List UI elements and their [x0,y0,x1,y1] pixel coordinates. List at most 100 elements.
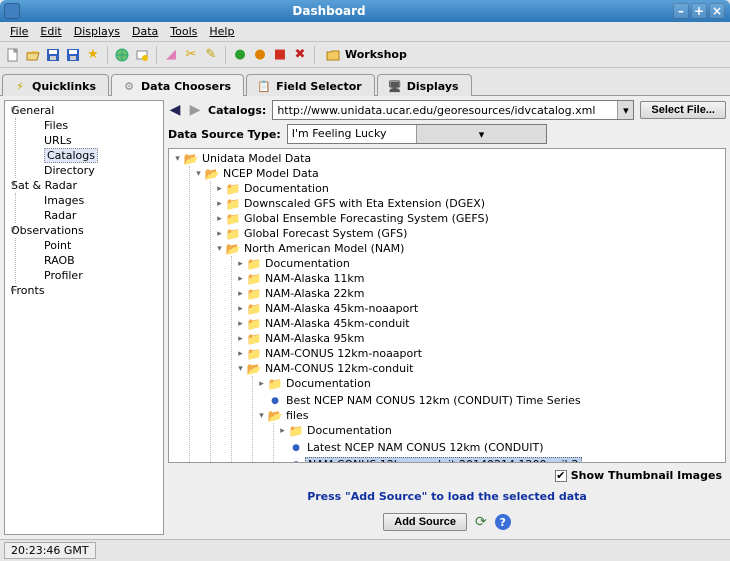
hint-text: Press "Add Source" to load the selected … [168,486,726,509]
workshop-label[interactable]: Workshop [345,48,407,61]
tree-item-best-time-series[interactable]: ●Best NCEP NAM CONUS 12km (CONDUIT) Time… [257,394,583,408]
sidebar-cat-fronts[interactable]: ▸Fronts [5,283,163,298]
maximize-button[interactable]: + [691,3,707,19]
toolbar-separator [107,46,108,64]
menu-displays[interactable]: Displays [68,23,126,40]
catalog-url-combo[interactable]: ▾ [272,100,634,120]
tree-item[interactable]: ▸📁Documentation [257,377,373,391]
sidebar-cat-sat-radar[interactable]: ▾Sat & Radar [5,178,163,193]
chevron-down-icon[interactable]: ▾ [617,101,633,119]
tab-label: Displays [407,80,459,93]
tree-item[interactable]: ▸📁NAM-Alaska 22km [236,287,367,301]
tree-item[interactable]: ▸📁NAM-Alaska 45km-conduit [236,317,412,331]
show-thumbnails-checkbox[interactable]: ✔ Show Thumbnail Images [555,469,722,482]
delete-icon[interactable]: ✖ [291,46,309,64]
back-arrow-icon[interactable]: ◀ [168,103,182,117]
add-source-button[interactable]: Add Source [383,513,467,531]
lightning-icon: ⚡ [13,79,27,93]
tree-item[interactable]: ▸📁Documentation [236,257,352,271]
tree-item[interactable]: ▸📁Documentation [215,182,331,196]
sidebar-item-profiler[interactable]: Profiler [20,268,163,283]
close-button[interactable]: × [709,3,725,19]
bullet-icon: ● [268,395,282,407]
tree-item[interactable]: ▸📁NAM-Alaska 95km [236,332,367,346]
menu-data[interactable]: Data [126,23,164,40]
open-icon[interactable] [24,46,42,64]
folder-icon: 📁 [226,213,240,225]
globe-icon[interactable] [113,46,131,64]
help-icon[interactable]: ? [495,514,511,530]
erase-icon[interactable]: ◢ [162,46,180,64]
refresh-icon[interactable]: ⟳ [475,514,487,530]
sidebar-item-urls[interactable]: URLs [20,133,163,148]
action-row: Add Source ⟳ ? [168,513,726,535]
sidebar-cat-observations[interactable]: ▾Observations [5,223,163,238]
tree-item[interactable]: ▸📁Documentation [278,424,394,438]
dot-orange-icon[interactable]: ● [251,46,269,64]
chooser-sidebar: ▾General Files URLs Catalogs Directory ▾… [4,100,164,535]
tab-label: Field Selector [276,80,362,93]
sidebar-item-point[interactable]: Point [20,238,163,253]
window-title: Dashboard [26,4,632,18]
catalog-url-input[interactable] [273,101,617,119]
tree-item-files[interactable]: ▾📂files [257,409,310,423]
save-icon[interactable] [44,46,62,64]
folder-open-icon: 📂 [184,153,198,165]
sidebar-cat-general[interactable]: ▾General [5,103,163,118]
toolbar-separator [225,46,226,64]
favorite-icon[interactable]: ★ [84,46,102,64]
thumbnail-row: ✔ Show Thumbnail Images [168,467,726,482]
dot-green-icon[interactable]: ● [231,46,249,64]
sidebar-item-directory[interactable]: Directory [20,163,163,178]
tree-item[interactable]: ▸📁NAM-Alaska 45km-noaaport [236,302,420,316]
app-icon [4,3,20,19]
tab-displays[interactable]: 🖥 Displays [377,74,472,96]
config-icon[interactable] [133,46,151,64]
menu-tools[interactable]: Tools [164,23,203,40]
toolbar-separator [156,46,157,64]
save-icon[interactable] [64,46,82,64]
menu-edit[interactable]: Edit [34,23,67,40]
tree-item-nam-conus-conduit[interactable]: ▾📂NAM-CONUS 12km-conduit [236,362,415,376]
select-file-button[interactable]: Select File... [640,101,726,119]
sidebar-item-images[interactable]: Images [20,193,163,208]
checkbox-icon: ✔ [555,470,567,482]
tree-item[interactable]: ▸📁NAM-Alaska 11km [236,272,367,286]
forward-arrow-icon[interactable]: ▶ [188,103,202,117]
sidebar-item-radar[interactable]: Radar [20,208,163,223]
sidebar-item-catalogs[interactable]: Catalogs [20,148,163,163]
data-source-type-row: Data Source Type: I'm Feeling Lucky ▾ [168,124,726,144]
tree-item-nam[interactable]: ▾📂North American Model (NAM) [215,242,406,256]
tree-item[interactable]: ▸📁Downscaled GFS with Eta Extension (DGE… [215,197,487,211]
stop-red-icon[interactable]: ■ [271,46,289,64]
tree-item-ncep-model-data[interactable]: ▾📂 NCEP Model Data [194,167,321,181]
chevron-down-icon[interactable]: ▾ [416,125,546,143]
tree-item[interactable]: ▸📁Global Forecast System (GFS) [215,227,409,241]
brush-icon[interactable]: ✎ [202,46,220,64]
sidebar-item-raob[interactable]: RAOB [20,253,163,268]
data-source-type-combo[interactable]: I'm Feeling Lucky ▾ [287,124,547,144]
gears-icon: ⚙ [122,79,136,93]
catalog-tree[interactable]: ▾📂 Unidata Model Data ▾📂 NCEP Model Data… [168,148,726,463]
folder-icon[interactable] [324,46,342,64]
menu-help[interactable]: Help [203,23,240,40]
sidebar-item-files[interactable]: Files [20,118,163,133]
monitor-icon: 🖥 [388,79,402,93]
folder-icon: 📁 [226,198,240,210]
tab-quicklinks[interactable]: ⚡ Quicklinks [2,74,109,96]
tree-item[interactable]: ▸📁Global Ensemble Forecasting System (GE… [215,212,491,226]
new-icon[interactable] [4,46,22,64]
tree-item[interactable]: ▸📁NAM-CONUS 12km-noaaport [236,347,424,361]
tab-data-choosers[interactable]: ⚙ Data Choosers [111,74,244,96]
tree-root[interactable]: ▾📂 Unidata Model Data [173,152,313,166]
menu-bar: File Edit Displays Data Tools Help [0,22,730,42]
cut-icon[interactable]: ✂ [182,46,200,64]
tree-file-item[interactable]: ●NAM CONUS 12km conduit 20140214 1200.gr… [278,457,582,463]
toolbar-separator [314,46,315,64]
tab-label: Data Choosers [141,80,231,93]
tree-item-latest[interactable]: ●Latest NCEP NAM CONUS 12km (CONDUIT) [278,441,546,455]
menu-file[interactable]: File [4,23,34,40]
data-source-type-value: I'm Feeling Lucky [288,125,417,143]
tab-field-selector[interactable]: 📋 Field Selector [246,74,375,96]
minimize-button[interactable]: – [673,3,689,19]
